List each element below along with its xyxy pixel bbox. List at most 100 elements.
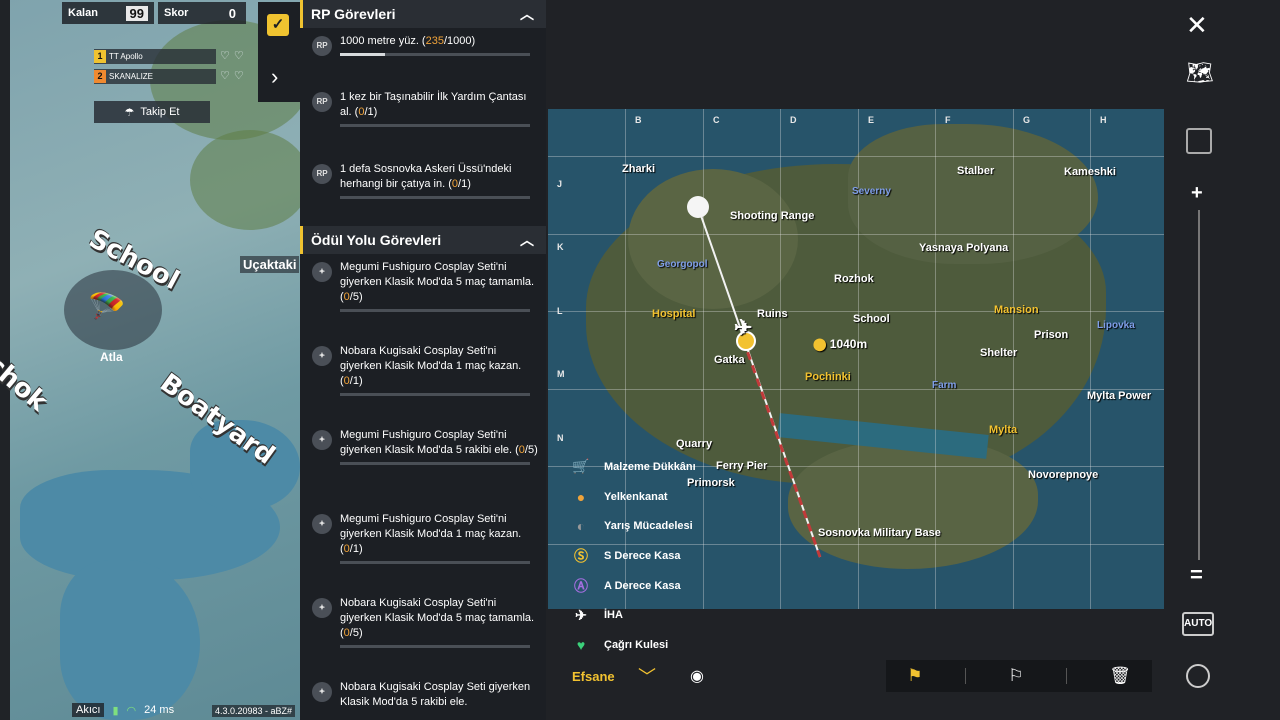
task-text: 1 kez bir Taşınabilir İlk Yardım Çantası… xyxy=(340,91,527,118)
task-text: 1 defa Sosnovka Askeri Üssü'ndeki herhan… xyxy=(340,163,512,190)
jump-button[interactable]: 🪂 xyxy=(64,270,162,350)
place-rozhok: Rozhok xyxy=(834,273,874,285)
parachute-icon: ☂ xyxy=(124,106,135,119)
legend-item: ◐ Yarış Mücadelesi xyxy=(566,511,696,541)
score: Skor 0 xyxy=(158,2,246,24)
document-icon[interactable] xyxy=(1186,128,1212,154)
team-index: 2 xyxy=(94,70,106,83)
task-progress-bar xyxy=(340,309,530,312)
chevron-up-icon[interactable]: ︿ xyxy=(520,4,534,24)
task-progress-bar xyxy=(340,53,530,56)
zoom-in-icon[interactable]: + xyxy=(1191,182,1203,205)
task-progress-fill xyxy=(340,53,385,56)
rp-tasks-header[interactable]: RP Görevleri ︿ xyxy=(300,0,546,28)
reward-tasks-header[interactable]: Ödül Yolu Görevleri ︿ xyxy=(300,226,546,254)
jump-label: Atla xyxy=(100,350,123,364)
task-progress-bar xyxy=(340,462,530,465)
place-georgopol: Georgopol xyxy=(657,259,708,270)
divider xyxy=(964,668,966,684)
place-hospital: Hospital xyxy=(652,308,696,320)
skydiver-icon: 🪂 xyxy=(88,291,126,324)
distance-label: 1040m xyxy=(829,337,868,351)
task-panel-toggle[interactable]: ✓ › xyxy=(258,2,300,102)
place-gatka: Gatka xyxy=(714,354,745,366)
task-item: RP 1000 metre yüz. (235/1000) xyxy=(300,28,546,84)
filter-dropdown[interactable]: Efsane xyxy=(572,669,632,684)
legend-label: Yarış Mücadelesi xyxy=(604,520,693,533)
legend-item: Ⓐ A Derece Kasa xyxy=(566,571,696,601)
place-farm: Farm xyxy=(932,380,957,391)
legend-label: A Derece Kasa xyxy=(604,579,681,592)
reward-icon: ✦ xyxy=(312,514,332,534)
cart-icon: 🛒 xyxy=(572,458,590,475)
place-stalber: Stalber xyxy=(957,165,995,177)
place-novorepnoye: Novorepnoye xyxy=(1028,469,1099,481)
chevron-down-icon[interactable]: ﹀ xyxy=(638,663,656,689)
task-text: Megumi Fushiguro Cosplay Seti'ni giyerke… xyxy=(340,429,538,456)
task-progress-bar xyxy=(340,645,530,648)
legend-label: İHA xyxy=(604,609,623,622)
task-text: Nobara Kugisaki Cosplay Seti'ni giyerken… xyxy=(340,345,522,387)
plane-icon: ✈ xyxy=(734,315,753,340)
task-item: RP 1 kez bir Taşınabilir İlk Yardım Çant… xyxy=(300,84,546,156)
task-item: ✦ Megumi Fushiguro Cosplay Seti'ni giyer… xyxy=(300,506,546,590)
heart-icon: ♡ xyxy=(220,50,230,62)
legend-item: ● Yelkenkanat xyxy=(566,482,696,512)
quality-label: Akıcı xyxy=(72,703,105,717)
status-bar: Akıcı ▮ ◠ 24 ms xyxy=(72,703,174,717)
checklist-icon[interactable]: ✓ xyxy=(267,14,289,36)
legend-item: ♥ Çağrı Kulesi xyxy=(566,630,696,660)
score-label: Skor xyxy=(164,7,189,19)
remaining-players: Kalan 99 xyxy=(62,2,154,24)
distance-marker: ⬤ 1040m xyxy=(813,337,867,351)
place-school: School xyxy=(853,313,890,325)
plane-label: Uçaktaki xyxy=(240,256,300,273)
task-progress-bar xyxy=(340,124,530,127)
place-severny: Severny xyxy=(852,186,891,197)
team-marker-icon[interactable]: ⚐ xyxy=(1008,666,1023,686)
task-progress-bar xyxy=(340,561,530,564)
legend-label: Malzeme Dükkânı xyxy=(604,460,696,473)
marker-add-icon[interactable]: ⚑ xyxy=(907,666,922,686)
eye-icon[interactable]: ◉ xyxy=(690,666,704,686)
heart-icon: ♡ xyxy=(220,70,230,82)
marker-pin-icon: ⬤ xyxy=(813,337,827,351)
follow-button[interactable]: ☂ Takip Et xyxy=(94,101,210,123)
glider-icon: ● xyxy=(576,488,586,505)
place-zharki: Zharki xyxy=(622,163,656,175)
rp-icon: RP xyxy=(312,92,332,112)
reward-tasks-title: Ödül Yolu Görevleri xyxy=(311,232,442,248)
place-yasnaya-polyana: Yasnaya Polyana xyxy=(919,242,1009,254)
task-item: ✦ Nobara Kugisaki Cosplay Seti'ni giyerk… xyxy=(300,590,546,674)
place-sosnovka-military-base: Sosnovka Military Base xyxy=(818,527,941,539)
trash-icon[interactable]: 🗑 xyxy=(1109,666,1131,686)
place-quarry: Quarry xyxy=(676,438,713,450)
place-mylta: Mylta xyxy=(989,424,1018,436)
auto-button[interactable]: AUTO xyxy=(1182,612,1214,636)
task-text: Nobara Kugisaki Cosplay Seti giyerken Kl… xyxy=(340,681,531,708)
version-label: 4.3.0.20983 - aBZ# xyxy=(212,705,296,717)
wifi-icon: ◠ xyxy=(126,704,137,717)
zoom-slider[interactable] xyxy=(1198,210,1200,560)
chevron-up-icon[interactable]: ︿ xyxy=(520,230,534,250)
match-stats: Kalan 99 Skor 0 xyxy=(62,2,246,24)
map-icon[interactable]: 🗺 xyxy=(1184,60,1216,100)
follow-label: Takip Et xyxy=(140,106,180,118)
legend-label: Çağrı Kulesi xyxy=(604,638,669,651)
forest-area xyxy=(190,130,300,230)
chevron-right-icon[interactable]: › xyxy=(271,64,278,90)
heart-icon: ♡ xyxy=(233,50,244,62)
task-item: ✦ Nobara Kugisaki Cosplay Seti'ni giyerk… xyxy=(300,338,546,422)
locate-icon[interactable] xyxy=(1186,664,1210,688)
rp-icon: RP xyxy=(312,164,332,184)
divider xyxy=(1065,668,1067,684)
task-progress-bar xyxy=(340,196,530,199)
place-prison: Prison xyxy=(1034,329,1069,341)
zoom-out-icon[interactable]: = xyxy=(1190,562,1203,588)
legend-item: Ⓢ S Derece Kasa xyxy=(566,541,696,571)
place-shooting-range: Shooting Range xyxy=(730,210,815,222)
team-member-name: TT Apollo xyxy=(109,52,143,61)
close-icon[interactable]: ✕ xyxy=(1186,10,1208,41)
a-crate-icon: Ⓐ xyxy=(574,577,588,594)
legend-item: ✈ İHA xyxy=(566,600,696,630)
